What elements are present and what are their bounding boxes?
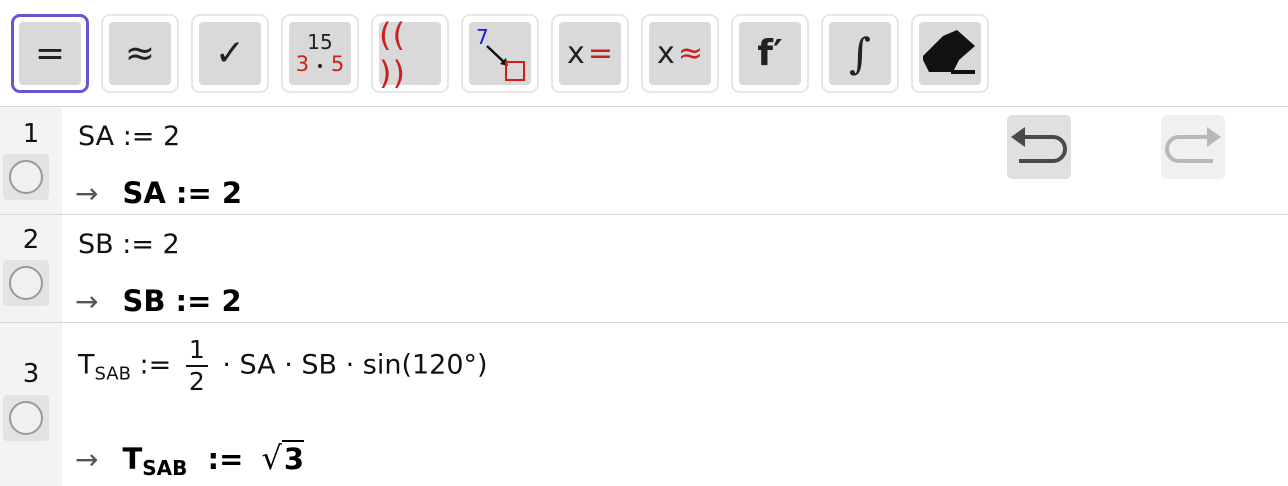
input-assign: := bbox=[139, 349, 172, 381]
row-toggle[interactable] bbox=[3, 260, 49, 306]
solve-x: x bbox=[567, 36, 585, 71]
redo-icon bbox=[1165, 127, 1221, 163]
arrow-icon: → bbox=[75, 177, 99, 210]
input-lhs: T bbox=[78, 349, 95, 381]
circle-icon bbox=[9, 401, 43, 435]
circle-icon bbox=[9, 266, 43, 300]
fraction-denominator: 2 bbox=[188, 367, 205, 396]
evaluate-button[interactable]: = bbox=[11, 14, 89, 93]
row-header: 2 bbox=[0, 215, 62, 322]
arrow-icon: → bbox=[75, 285, 99, 318]
derivative-icon: f′ bbox=[757, 33, 783, 74]
substitute-icon: 7 bbox=[476, 25, 525, 81]
redo-button[interactable] bbox=[1161, 115, 1225, 179]
row-header: 1 bbox=[0, 107, 62, 214]
expand-button[interactable]: (( )) bbox=[371, 14, 449, 93]
factor-3: 3 bbox=[295, 51, 310, 76]
input-rest: · SA · SB · sin(120°) bbox=[222, 349, 488, 381]
row-toggle[interactable] bbox=[3, 154, 49, 200]
cas-row-1[interactable]: 1 SA := 2 → SA := 2 bbox=[0, 107, 1288, 215]
equals-icon: = bbox=[34, 32, 66, 74]
row-output-text: SB := 2 bbox=[122, 284, 242, 318]
svg-text:7: 7 bbox=[476, 25, 489, 49]
numeric-button[interactable]: ≈ bbox=[101, 14, 179, 93]
cas-toolbar: = ≈ ✓ 15 3 • 5 (( )) 7 x = x ≈ f′ ∫ bbox=[0, 0, 1288, 107]
row-output: → SB := 2 bbox=[75, 284, 242, 318]
solve-numerically-button[interactable]: x ≈ bbox=[641, 14, 719, 93]
radicand: 3 bbox=[281, 440, 305, 476]
output-lhs: T bbox=[122, 442, 143, 476]
factor-bottom: 3 • 5 bbox=[296, 53, 344, 75]
row-toggle[interactable] bbox=[3, 395, 49, 441]
integral-icon: ∫ bbox=[849, 29, 871, 78]
nsolve-approx: ≈ bbox=[677, 36, 703, 71]
arrow-icon: → bbox=[75, 443, 99, 476]
checkmark-icon: ✓ bbox=[214, 32, 246, 74]
fraction: 12 bbox=[185, 335, 208, 397]
solve-button[interactable]: x = bbox=[551, 14, 629, 93]
output-assign: := bbox=[207, 442, 244, 476]
delete-button[interactable] bbox=[911, 14, 989, 93]
undo-icon bbox=[1011, 127, 1067, 163]
row-input[interactable]: SA := 2 bbox=[78, 121, 180, 152]
fraction-numerator: 1 bbox=[185, 335, 208, 367]
eraser-icon bbox=[923, 29, 975, 74]
factor-button[interactable]: 15 3 • 5 bbox=[281, 14, 359, 93]
cas-row-3[interactable]: 3 TSAB := 12 · SA · SB · sin(120°) → TSAB… bbox=[0, 323, 1288, 486]
keep-input-button[interactable]: ✓ bbox=[191, 14, 269, 93]
row-number: 2 bbox=[22, 225, 40, 255]
parentheses-icon: (( )) bbox=[379, 15, 406, 92]
input-lhs-subscript: SAB bbox=[94, 363, 131, 385]
factor-top-number: 15 bbox=[307, 29, 333, 54]
row-input[interactable]: SB := 2 bbox=[78, 229, 180, 260]
row-output: → TSAB := √3 bbox=[75, 439, 305, 480]
circle-icon bbox=[9, 160, 43, 194]
nsolve-x: x bbox=[657, 36, 675, 71]
factor-dot: • bbox=[315, 58, 325, 75]
row-input[interactable]: TSAB := 12 · SA · SB · sin(120°) bbox=[78, 335, 488, 397]
cas-row-2[interactable]: 2 SB := 2 → SB := 2 bbox=[0, 215, 1288, 323]
sqrt-icon: √ bbox=[261, 439, 282, 477]
undo-button[interactable] bbox=[1007, 115, 1071, 179]
row-number: 1 bbox=[22, 119, 40, 149]
row-header: 3 bbox=[0, 323, 62, 486]
approx-icon: ≈ bbox=[124, 32, 156, 74]
factor-5: 5 bbox=[330, 51, 345, 76]
row-output-text: SA := 2 bbox=[122, 176, 243, 210]
substitute-button[interactable]: 7 bbox=[461, 14, 539, 93]
output-lhs-subscript: SAB bbox=[142, 456, 188, 480]
derivative-button[interactable]: f′ bbox=[731, 14, 809, 93]
row-output: → SA := 2 bbox=[75, 176, 242, 210]
integral-button[interactable]: ∫ bbox=[821, 14, 899, 93]
row-number: 3 bbox=[22, 359, 40, 389]
solve-equals: = bbox=[587, 36, 613, 71]
